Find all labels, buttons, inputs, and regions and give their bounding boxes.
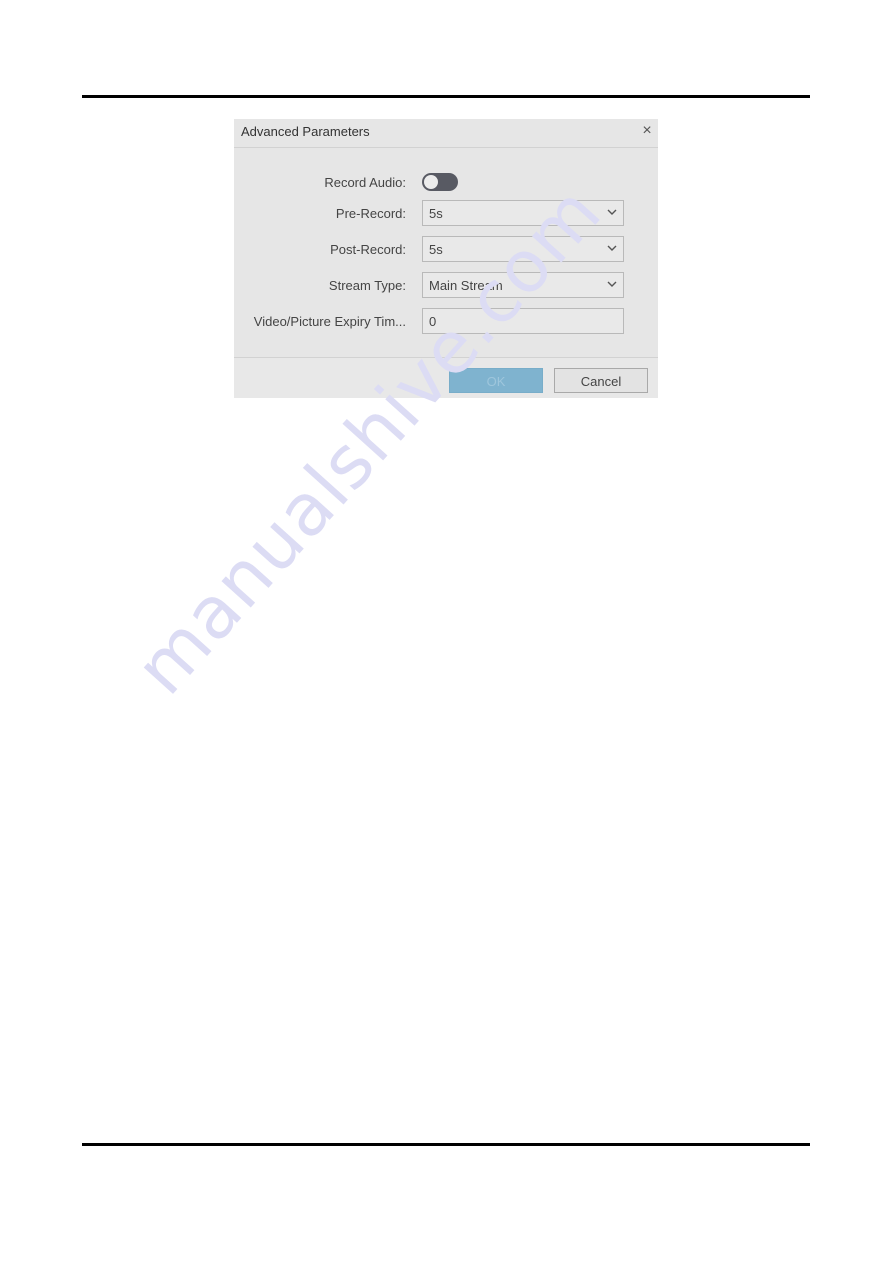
record-audio-label: Record Audio: <box>324 175 406 190</box>
stream-type-label: Stream Type: <box>328 278 406 293</box>
record-audio-toggle[interactable] <box>422 173 458 191</box>
chevron-down-icon <box>607 281 617 287</box>
pre-record-value: 5s <box>429 206 443 221</box>
post-record-label: Post-Record: <box>330 242 406 257</box>
chevron-down-icon <box>607 245 617 251</box>
dialog-title: Advanced Parameters <box>241 124 370 139</box>
record-audio-row: Record Audio: <box>234 171 658 197</box>
chevron-down-icon <box>607 209 617 215</box>
post-record-value: 5s <box>429 242 443 257</box>
toggle-knob <box>424 175 438 189</box>
expiry-time-label: Video/Picture Expiry Tim... <box>253 314 406 329</box>
footer-rule <box>82 1143 810 1146</box>
close-icon[interactable]: × <box>639 121 655 141</box>
pre-record-label: Pre-Record: <box>335 206 406 221</box>
cancel-button[interactable]: Cancel <box>554 368 648 393</box>
dialog-header: Advanced Parameters × <box>234 119 658 148</box>
header-rule <box>82 95 810 98</box>
